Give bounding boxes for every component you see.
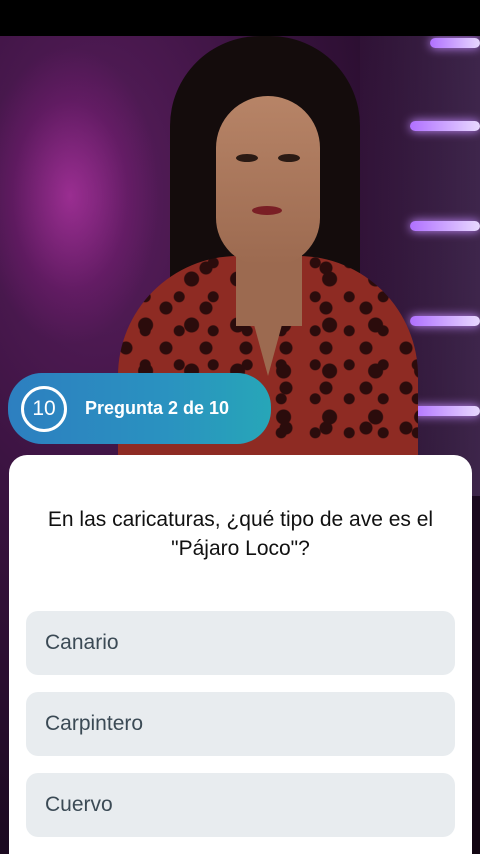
answer-label: Cuervo — [45, 793, 113, 816]
background-light-bar — [410, 221, 480, 231]
presenter-face — [216, 96, 320, 266]
answer-option-2[interactable]: Carpintero — [26, 692, 455, 756]
background-light-bar — [410, 316, 480, 326]
question-progress-pill: 10 Pregunta 2 de 10 — [8, 373, 271, 444]
answer-option-3[interactable]: Cuervo — [26, 773, 455, 837]
status-bar — [0, 0, 480, 36]
question-counter: Pregunta 2 de 10 — [85, 398, 230, 418]
presenter-eye — [278, 154, 300, 162]
answer-option-1[interactable]: Canario — [26, 611, 455, 675]
answer-label: Canario — [45, 631, 119, 654]
countdown-timer: 10 — [21, 385, 67, 432]
background-light-bar — [410, 406, 480, 416]
presenter-eye — [236, 154, 258, 162]
question-card: En las caricaturas, ¿qué tipo de ave es … — [9, 455, 472, 854]
background-light-bar — [410, 121, 480, 131]
presenter-mouth — [252, 206, 282, 215]
answer-label: Carpintero — [45, 712, 144, 735]
question-text: En las caricaturas, ¿qué tipo de ave es … — [47, 508, 434, 560]
background-light-bar — [430, 38, 480, 48]
